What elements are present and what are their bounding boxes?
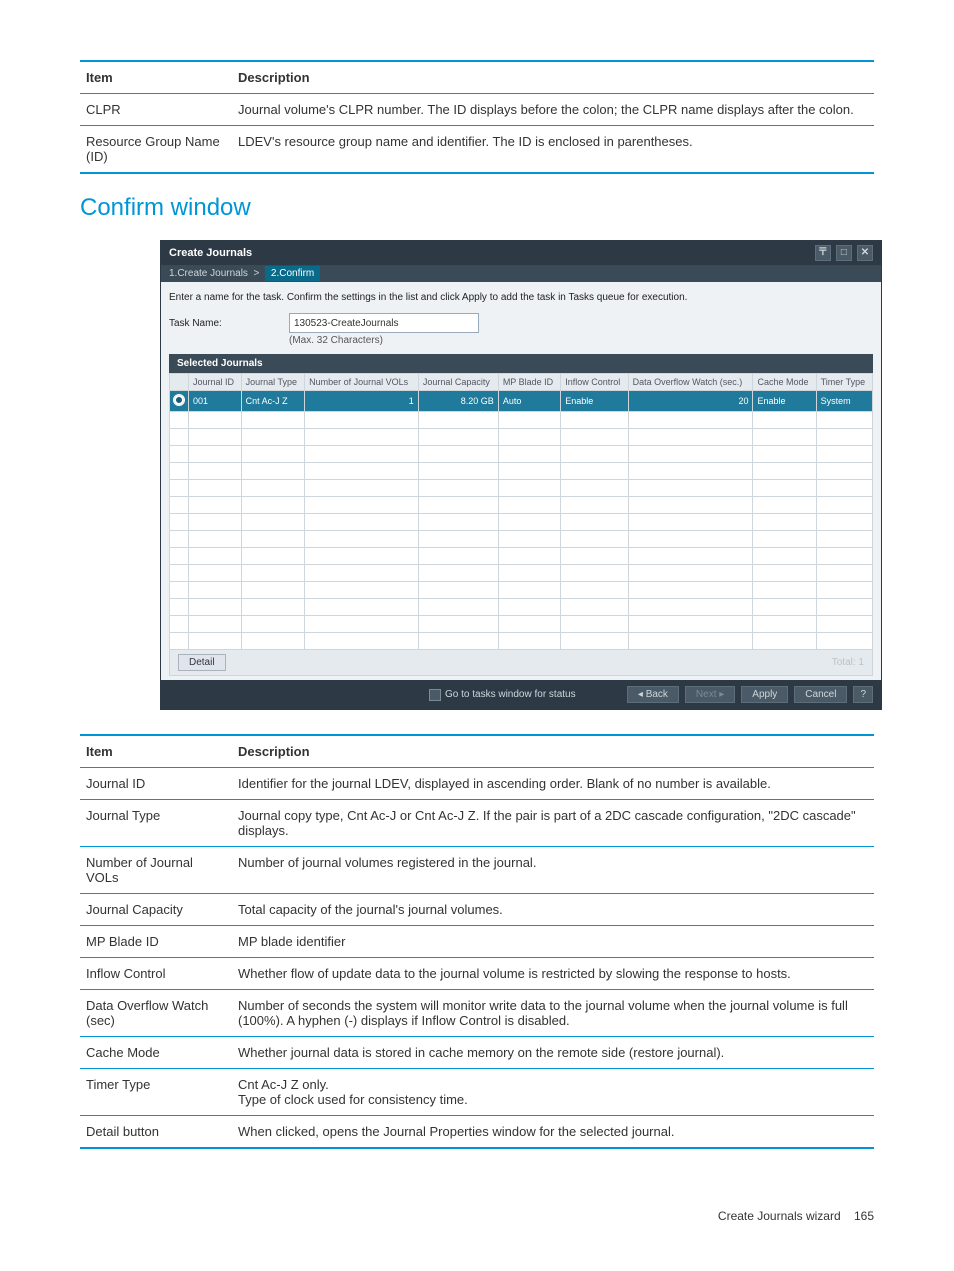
table-cell: Detail button (80, 1116, 232, 1149)
cancel-button[interactable]: Cancel (794, 686, 847, 703)
table-header-description: Description (232, 61, 874, 94)
table-cell: Whether journal data is stored in cache … (232, 1037, 874, 1069)
table-row: Cache ModeWhether journal data is stored… (80, 1037, 874, 1069)
table-cell: Journal ID (80, 768, 232, 800)
table-row: Inflow ControlWhether flow of update dat… (80, 958, 874, 990)
table-cell: Journal Capacity (80, 894, 232, 926)
grid-header[interactable]: Journal ID (189, 374, 242, 391)
table-cell: LDEV's resource group name and identifie… (232, 126, 874, 174)
page-footer: Create Journals wizard 165 (80, 1209, 874, 1223)
grid-cell: Enable (753, 391, 816, 412)
selected-journals-grid: Journal ID Journal Type Number of Journa… (169, 373, 873, 650)
table-cell: Number of Journal VOLs (80, 847, 232, 894)
table-cell: Number of seconds the system will monito… (232, 990, 874, 1037)
grid-cell: 8.20 GB (418, 391, 498, 412)
filter-icon[interactable]: 〒 (815, 245, 831, 261)
table-cell: Whether flow of update data to the journ… (232, 958, 874, 990)
table-cell: Cnt Ac-J Z only. Type of clock used for … (232, 1069, 874, 1116)
table-cell: Timer Type (80, 1069, 232, 1116)
table-cell: Journal copy type, Cnt Ac-J or Cnt Ac-J … (232, 800, 874, 847)
grid-header[interactable]: Journal Type (241, 374, 305, 391)
table-cell: Inflow Control (80, 958, 232, 990)
breadcrumb-step-2: 2.Confirm (265, 266, 320, 281)
help-button[interactable]: ? (853, 686, 873, 703)
goto-tasks-label: Go to tasks window for status (445, 689, 576, 700)
top-definition-table: Item Description CLPR Journal volume's C… (80, 60, 874, 174)
footer-text: Create Journals wizard (718, 1209, 841, 1223)
table-cell: Resource Group Name (ID) (80, 126, 232, 174)
grid-header-select (170, 374, 189, 391)
table-row: Number of Journal VOLsNumber of journal … (80, 847, 874, 894)
grid-header[interactable]: Number of Journal VOLs (305, 374, 419, 391)
table-header-item: Item (80, 61, 232, 94)
table-header-item: Item (80, 735, 232, 768)
section-heading: Confirm window (80, 194, 874, 222)
instruction-text: Enter a name for the task. Confirm the s… (169, 292, 873, 303)
grid-header[interactable]: Cache Mode (753, 374, 816, 391)
checkbox-icon[interactable] (429, 689, 441, 701)
breadcrumb-step-1[interactable]: 1.Create Journals (169, 268, 248, 279)
window-titlebar: Create Journals 〒 □ ✕ (161, 241, 881, 265)
row-radio[interactable] (170, 391, 189, 412)
selected-journals-header: Selected Journals (169, 354, 873, 373)
next-button: Next ▸ (685, 686, 735, 703)
task-name-label: Task Name: (169, 318, 289, 329)
table-cell: MP Blade ID (80, 926, 232, 958)
table-row: Journal CapacityTotal capacity of the jo… (80, 894, 874, 926)
grid-cell: 20 (628, 391, 753, 412)
table-row: Journal IDIdentifier for the journal LDE… (80, 768, 874, 800)
table-cell: CLPR (80, 94, 232, 126)
back-button[interactable]: ◂ Back (627, 686, 679, 703)
table-row: Timer TypeCnt Ac-J Z only. Type of clock… (80, 1069, 874, 1116)
table-row: Detail buttonWhen clicked, opens the Jou… (80, 1116, 874, 1149)
table-cell: Journal volume's CLPR number. The ID dis… (232, 94, 874, 126)
table-cell: MP blade identifier (232, 926, 874, 958)
goto-tasks-checkbox[interactable]: Go to tasks window for status (429, 689, 576, 701)
task-name-input[interactable] (289, 313, 479, 333)
grid-header[interactable]: Data Overflow Watch (sec.) (628, 374, 753, 391)
table-cell: Number of journal volumes registered in … (232, 847, 874, 894)
grid-row[interactable]: 001 Cnt Ac-J Z 1 8.20 GB Auto Enable 20 … (170, 391, 873, 412)
grid-cell: Enable (561, 391, 628, 412)
apply-button[interactable]: Apply (741, 686, 788, 703)
grid-cell: Auto (498, 391, 560, 412)
table-cell: When clicked, opens the Journal Properti… (232, 1116, 874, 1149)
confirm-window-screenshot: Create Journals 〒 □ ✕ 1.Create Journals … (160, 240, 882, 710)
confirm-window-definition-table: Item Description Journal IDIdentifier fo… (80, 734, 874, 1149)
table-header-description: Description (232, 735, 874, 768)
maximize-icon[interactable]: □ (836, 245, 852, 261)
table-cell: Total capacity of the journal's journal … (232, 894, 874, 926)
grid-cell: System (816, 391, 872, 412)
table-row: Journal TypeJournal copy type, Cnt Ac-J … (80, 800, 874, 847)
table-cell: Cache Mode (80, 1037, 232, 1069)
window-title: Create Journals (169, 247, 252, 259)
table-cell: Journal Type (80, 800, 232, 847)
table-cell: Identifier for the journal LDEV, display… (232, 768, 874, 800)
close-icon[interactable]: ✕ (857, 245, 873, 261)
grid-cell: 1 (305, 391, 419, 412)
task-name-hint: (Max. 32 Characters) (289, 335, 383, 346)
table-row: CLPR Journal volume's CLPR number. The I… (80, 94, 874, 126)
grid-header[interactable]: Timer Type (816, 374, 872, 391)
grid-header[interactable]: MP Blade ID (498, 374, 560, 391)
table-row: MP Blade IDMP blade identifier (80, 926, 874, 958)
grid-header[interactable]: Inflow Control (561, 374, 628, 391)
grid-cell: Cnt Ac-J Z (241, 391, 305, 412)
page-number: 165 (854, 1209, 874, 1223)
grid-cell: 001 (189, 391, 242, 412)
table-cell: Data Overflow Watch (sec) (80, 990, 232, 1037)
grid-header[interactable]: Journal Capacity (418, 374, 498, 391)
grid-total-label: Total: 1 (832, 657, 864, 668)
wizard-breadcrumb: 1.Create Journals > 2.Confirm (161, 265, 881, 282)
table-row: Data Overflow Watch (sec)Number of secon… (80, 990, 874, 1037)
table-row: Resource Group Name (ID) LDEV's resource… (80, 126, 874, 174)
detail-button[interactable]: Detail (178, 654, 226, 671)
